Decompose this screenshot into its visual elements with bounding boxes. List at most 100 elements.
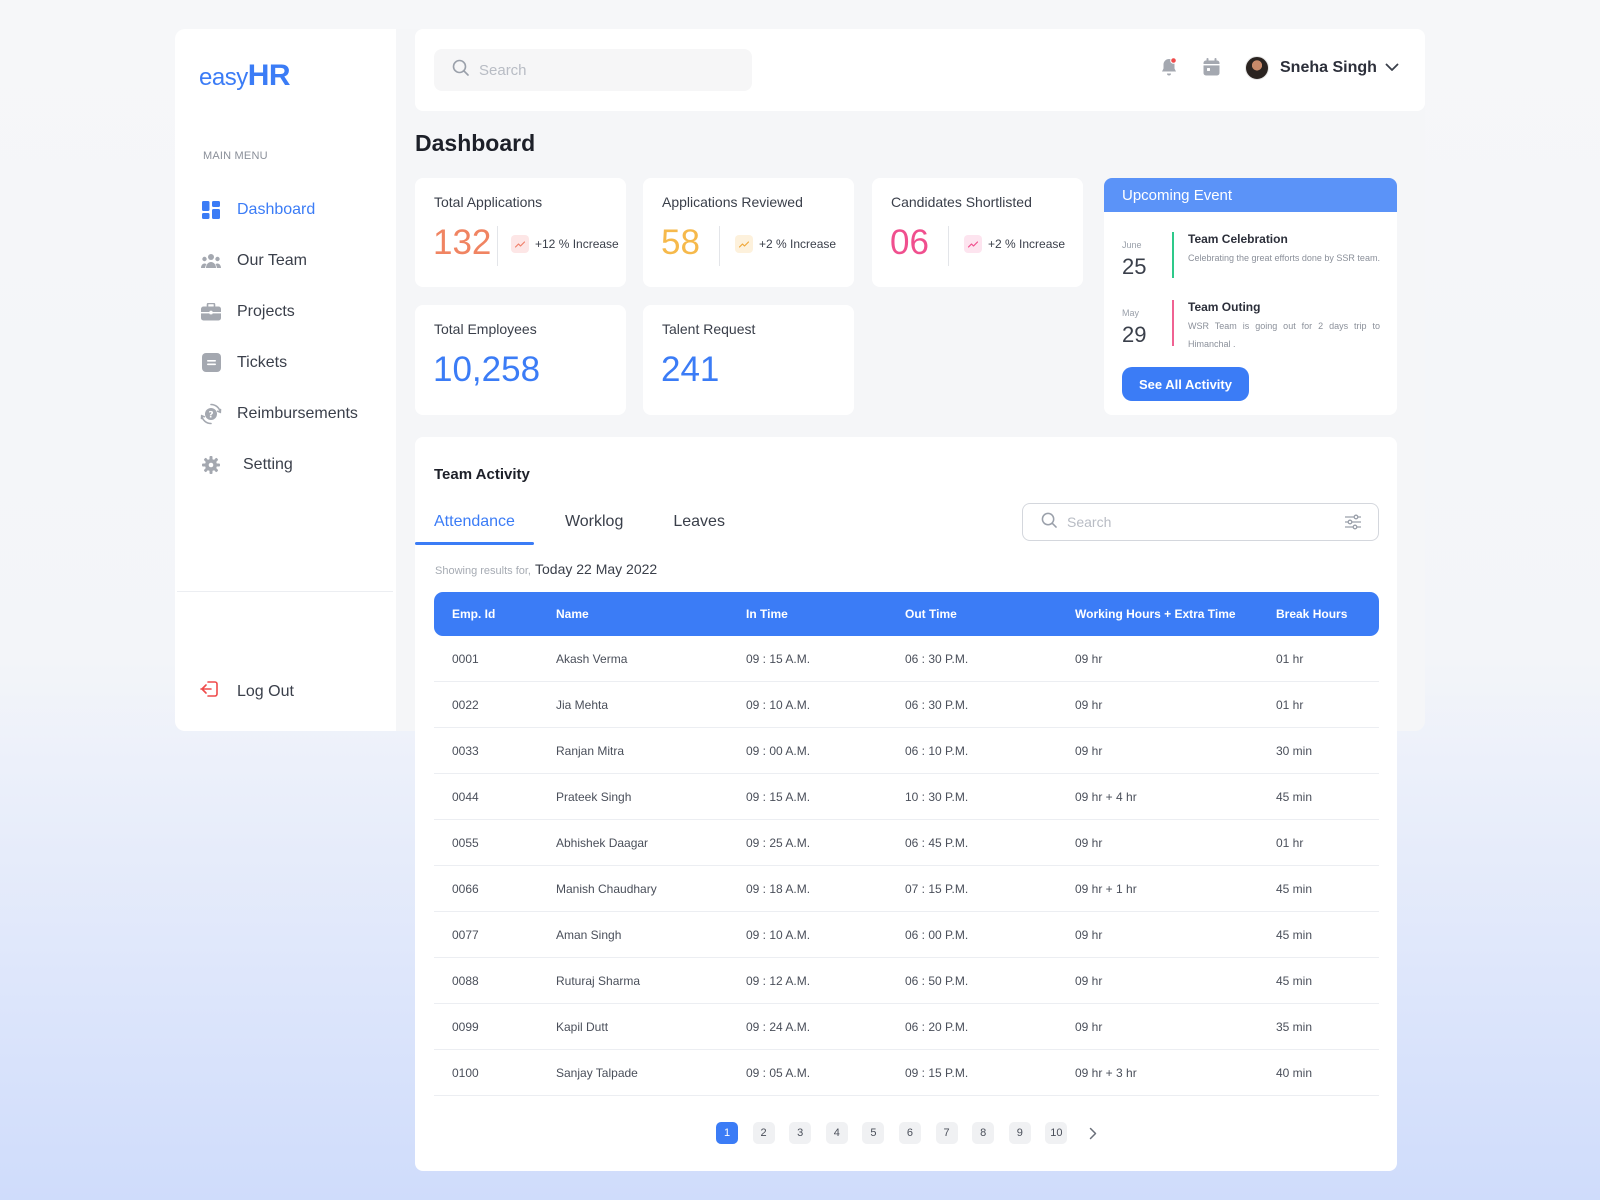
- see-all-activity-button[interactable]: See All Activity: [1122, 367, 1249, 401]
- tab-worklog[interactable]: Worklog: [546, 513, 642, 545]
- stat-card-value: 10,258: [433, 350, 541, 389]
- top-search-box[interactable]: [434, 49, 752, 91]
- page-button[interactable]: 4: [825, 1122, 848, 1144]
- working-hours-cell: 09 hr: [1075, 697, 1103, 712]
- out-time-cell: 06 : 10 P.M.: [905, 743, 969, 758]
- logout-label: Log Out: [237, 682, 294, 700]
- event-name: Team Outing: [1188, 300, 1261, 314]
- column-header[interactable]: Out Time: [905, 607, 1075, 621]
- page-button[interactable]: 2: [752, 1122, 775, 1144]
- column-header[interactable]: Emp. Id: [434, 607, 556, 621]
- user-menu[interactable]: Sneha Singh: [1245, 56, 1399, 80]
- break-hours-cell: 30 min: [1276, 743, 1313, 758]
- logo-text-easy: easy: [199, 64, 248, 91]
- table-row[interactable]: 0100 Sanjay Talpade 09 : 05 A.M. 09 : 15 P.…: [434, 1050, 1379, 1096]
- stat-card-value: 241: [661, 350, 720, 389]
- sidebar-item-setting[interactable]: Setting: [199, 439, 389, 490]
- page-button[interactable]: 1: [716, 1122, 738, 1144]
- upcoming-event-card: Upcoming Event June 25 Team Celebration …: [1104, 178, 1397, 415]
- stat-card-trend: +2 % Increase: [964, 235, 1065, 253]
- calendar-icon[interactable]: [1203, 58, 1220, 81]
- page-button[interactable]: 8: [972, 1122, 995, 1144]
- logout-button[interactable]: Log Out: [199, 679, 294, 704]
- table-row[interactable]: 0044 Prateek Singh 09 : 15 A.M. 10 : 30 P.M…: [434, 774, 1379, 820]
- chevron-down-icon: [1385, 59, 1399, 77]
- attendance-table: Emp. Id Name In Time Out Time Working Ho…: [434, 592, 1379, 1096]
- in-time-cell: 09 : 10 A.M.: [746, 927, 811, 942]
- page-button[interactable]: 3: [789, 1122, 812, 1144]
- event-description: WSR Team is going out for 2 days trip to…: [1188, 321, 1380, 349]
- stat-card-candidates-shortlisted[interactable]: Candidates Shortlisted 06 +2 % Increase: [872, 178, 1083, 287]
- stat-card-divider: [948, 226, 949, 266]
- stat-card-applications-reviewed[interactable]: Applications Reviewed 58 +2 % Increase: [643, 178, 854, 287]
- name-cell: Kapil Dutt: [556, 1019, 609, 1034]
- in-time-cell: 09 : 25 A.M.: [746, 835, 811, 850]
- page-button[interactable]: 10: [1045, 1122, 1068, 1144]
- column-header[interactable]: Name: [556, 607, 746, 621]
- avatar: [1245, 56, 1269, 80]
- working-hours-cell: 09 hr: [1075, 1019, 1103, 1034]
- svg-text:?: ?: [208, 410, 213, 420]
- stat-card-title: Talent Request: [662, 321, 756, 337]
- table-row[interactable]: 0055 Abhishek Daagar 09 : 25 A.M. 06 : 45 P…: [434, 820, 1379, 866]
- activity-search-box[interactable]: [1022, 503, 1379, 541]
- table-row[interactable]: 0033 Ranjan Mitra 09 : 00 A.M. 06 : 10 P.M.…: [434, 728, 1379, 774]
- break-hours-cell: 01 hr: [1276, 697, 1304, 712]
- sidebar-item-our-team[interactable]: Our Team: [199, 235, 389, 286]
- page-button[interactable]: 6: [898, 1122, 921, 1144]
- working-hours-cell: 09 hr: [1075, 835, 1103, 850]
- break-hours-cell: 01 hr: [1276, 651, 1304, 666]
- stat-card-talent-request[interactable]: Talent Request 241: [643, 305, 854, 415]
- stat-card-total-applications[interactable]: Total Applications 132 +12 % Increase: [415, 178, 626, 287]
- event-month: June: [1122, 240, 1142, 250]
- results-prefix: Showing results for,: [435, 565, 531, 577]
- search-icon: [452, 59, 469, 81]
- page-button[interactable]: 9: [1008, 1122, 1031, 1144]
- sidebar-item-dashboard[interactable]: Dashboard: [199, 184, 389, 235]
- app-logo[interactable]: easyHR: [199, 59, 291, 93]
- sidebar-divider: [177, 591, 393, 592]
- activity-search-input[interactable]: [1067, 514, 1337, 530]
- page-button[interactable]: 5: [862, 1122, 885, 1144]
- table-row[interactable]: 0066 Manish Chaudhary 09 : 18 A.M. 07 : 15 …: [434, 866, 1379, 912]
- chevron-right-icon[interactable]: [1082, 1122, 1104, 1144]
- stat-card-value: 132: [433, 223, 492, 262]
- gear-icon: [199, 453, 223, 477]
- sidebar-item-reimbursements[interactable]: ? Reimbursements: [199, 388, 389, 439]
- working-hours-cell: 09 hr: [1075, 651, 1103, 666]
- table-row[interactable]: 0099 Kapil Dutt 09 : 24 A.M. 06 : 20 P.M. 09…: [434, 1004, 1379, 1050]
- table-row[interactable]: 0077 Aman Singh 09 : 10 A.M. 06 : 00 P.M. 09…: [434, 912, 1379, 958]
- filter-icon[interactable]: [1344, 514, 1362, 535]
- sidebar-item-label: Reimbursements: [237, 404, 358, 422]
- column-header[interactable]: In Time: [746, 607, 905, 621]
- emp-id-cell: 0077: [452, 927, 479, 942]
- out-time-cell: 09 : 15 P.M.: [905, 1065, 969, 1080]
- stat-card-divider: [497, 226, 498, 266]
- page-button[interactable]: 7: [935, 1122, 958, 1144]
- main-menu-label: MAIN MENU: [203, 150, 268, 162]
- column-header[interactable]: Working Hours + Extra Time: [1075, 607, 1276, 621]
- notification-bell-icon[interactable]: [1160, 57, 1178, 82]
- sidebar-item-projects[interactable]: Projects: [199, 286, 389, 337]
- emp-id-cell: 0033: [452, 743, 479, 758]
- ticket-icon: [199, 351, 223, 375]
- stat-card-trend-text: +12 % Increase: [535, 237, 619, 251]
- reimbursement-icon: ?: [199, 402, 223, 426]
- out-time-cell: 06 : 20 P.M.: [905, 1019, 969, 1034]
- trend-up-icon: [511, 235, 529, 253]
- sidebar-item-tickets[interactable]: Tickets: [199, 337, 389, 388]
- column-header[interactable]: Break Hours: [1276, 607, 1379, 621]
- results-date: Today 22 May 2022: [535, 561, 658, 577]
- stat-card-total-employees[interactable]: Total Employees 10,258: [415, 305, 626, 415]
- emp-id-cell: 0044: [452, 789, 479, 804]
- tab-attendance[interactable]: Attendance: [415, 513, 534, 545]
- table-row[interactable]: 0088 Ruturaj Sharma 09 : 12 A.M. 06 : 50 P.…: [434, 958, 1379, 1004]
- stat-card-trend-text: +2 % Increase: [988, 237, 1066, 251]
- name-cell: Akash Verma: [556, 651, 628, 666]
- table-row[interactable]: 0022 Jia Mehta 09 : 10 A.M. 06 : 30 P.M. 09 …: [434, 682, 1379, 728]
- tab-leaves[interactable]: Leaves: [654, 513, 744, 545]
- stat-card-divider: [719, 226, 720, 266]
- top-search-input[interactable]: [479, 61, 729, 79]
- table-row[interactable]: 0001 Akash Verma 09 : 15 A.M. 06 : 30 P.M. 0…: [434, 636, 1379, 682]
- break-hours-cell: 45 min: [1276, 881, 1313, 896]
